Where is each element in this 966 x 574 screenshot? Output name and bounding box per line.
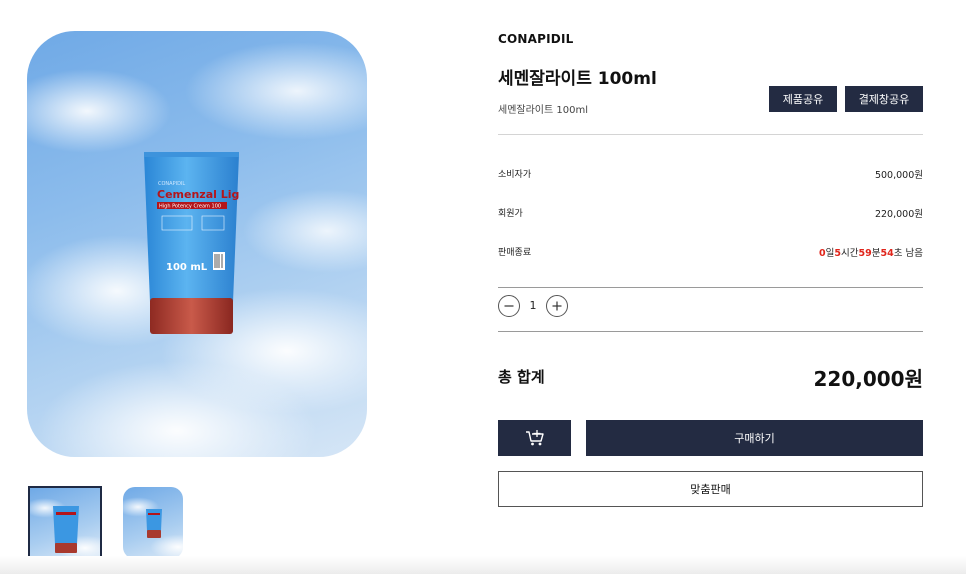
- countdown-seconds-unit: 초 남음: [893, 248, 923, 259]
- countdown-hours-unit: 시간: [841, 248, 859, 259]
- countdown-days: 0: [819, 248, 826, 259]
- product-title: 세멘잘라이트 100ml: [498, 69, 657, 89]
- thumbnail-2[interactable]: [123, 487, 183, 559]
- plus-icon: [552, 301, 562, 311]
- minus-icon: [504, 305, 514, 307]
- cart-add-icon: [525, 430, 544, 446]
- svg-text:CONAPIDIL: CONAPIDIL: [158, 181, 185, 187]
- consumer-price-label: 소비자가: [498, 170, 532, 180]
- custom-sale-button[interactable]: 맞춤판매: [498, 471, 923, 507]
- quantity-value[interactable]: 1: [528, 299, 538, 312]
- divider: [498, 287, 923, 288]
- sale-countdown: 0일5시간59분54초 남음: [819, 245, 923, 259]
- svg-text:100 mL: 100 mL: [166, 262, 208, 273]
- member-price-value: 220,000원: [874, 209, 923, 220]
- member-price-label: 회원가: [498, 209, 523, 219]
- countdown-minutes: 59: [858, 248, 872, 259]
- quantity-increase-button[interactable]: [546, 295, 568, 317]
- main-product-image: CONAPIDIL Cemenzal Light High Potency Cr…: [27, 31, 367, 457]
- share-product-button[interactable]: 제품공유: [769, 86, 837, 112]
- buy-button[interactable]: 구매하기: [586, 420, 923, 456]
- total-label: 총 합계: [498, 368, 545, 386]
- divider: [498, 134, 923, 135]
- brand-name: CONAPIDIL: [498, 32, 574, 46]
- svg-text:Cemenzal Light: Cemenzal Light: [157, 188, 239, 201]
- product-tube-image: CONAPIDIL Cemenzal Light High Potency Cr…: [144, 152, 239, 334]
- countdown-minutes-unit: 분: [871, 248, 881, 259]
- total-price: 220,000원: [813, 367, 924, 391]
- svg-text:High Potency Cream 100: High Potency Cream 100: [159, 204, 221, 210]
- consumer-price-value: 500,000원: [874, 170, 923, 181]
- thumbnail-1[interactable]: [28, 486, 102, 560]
- countdown-seconds: 54: [880, 248, 894, 259]
- add-to-cart-button[interactable]: [498, 420, 571, 456]
- quantity-decrease-button[interactable]: [498, 295, 520, 317]
- share-checkout-button[interactable]: 결제창공유: [845, 86, 923, 112]
- page-bottom-edge: [0, 556, 966, 574]
- divider: [498, 331, 923, 332]
- product-subtitle: 세멘잘라이트 100ml: [498, 105, 588, 116]
- sale-end-label: 판매종료: [498, 248, 532, 258]
